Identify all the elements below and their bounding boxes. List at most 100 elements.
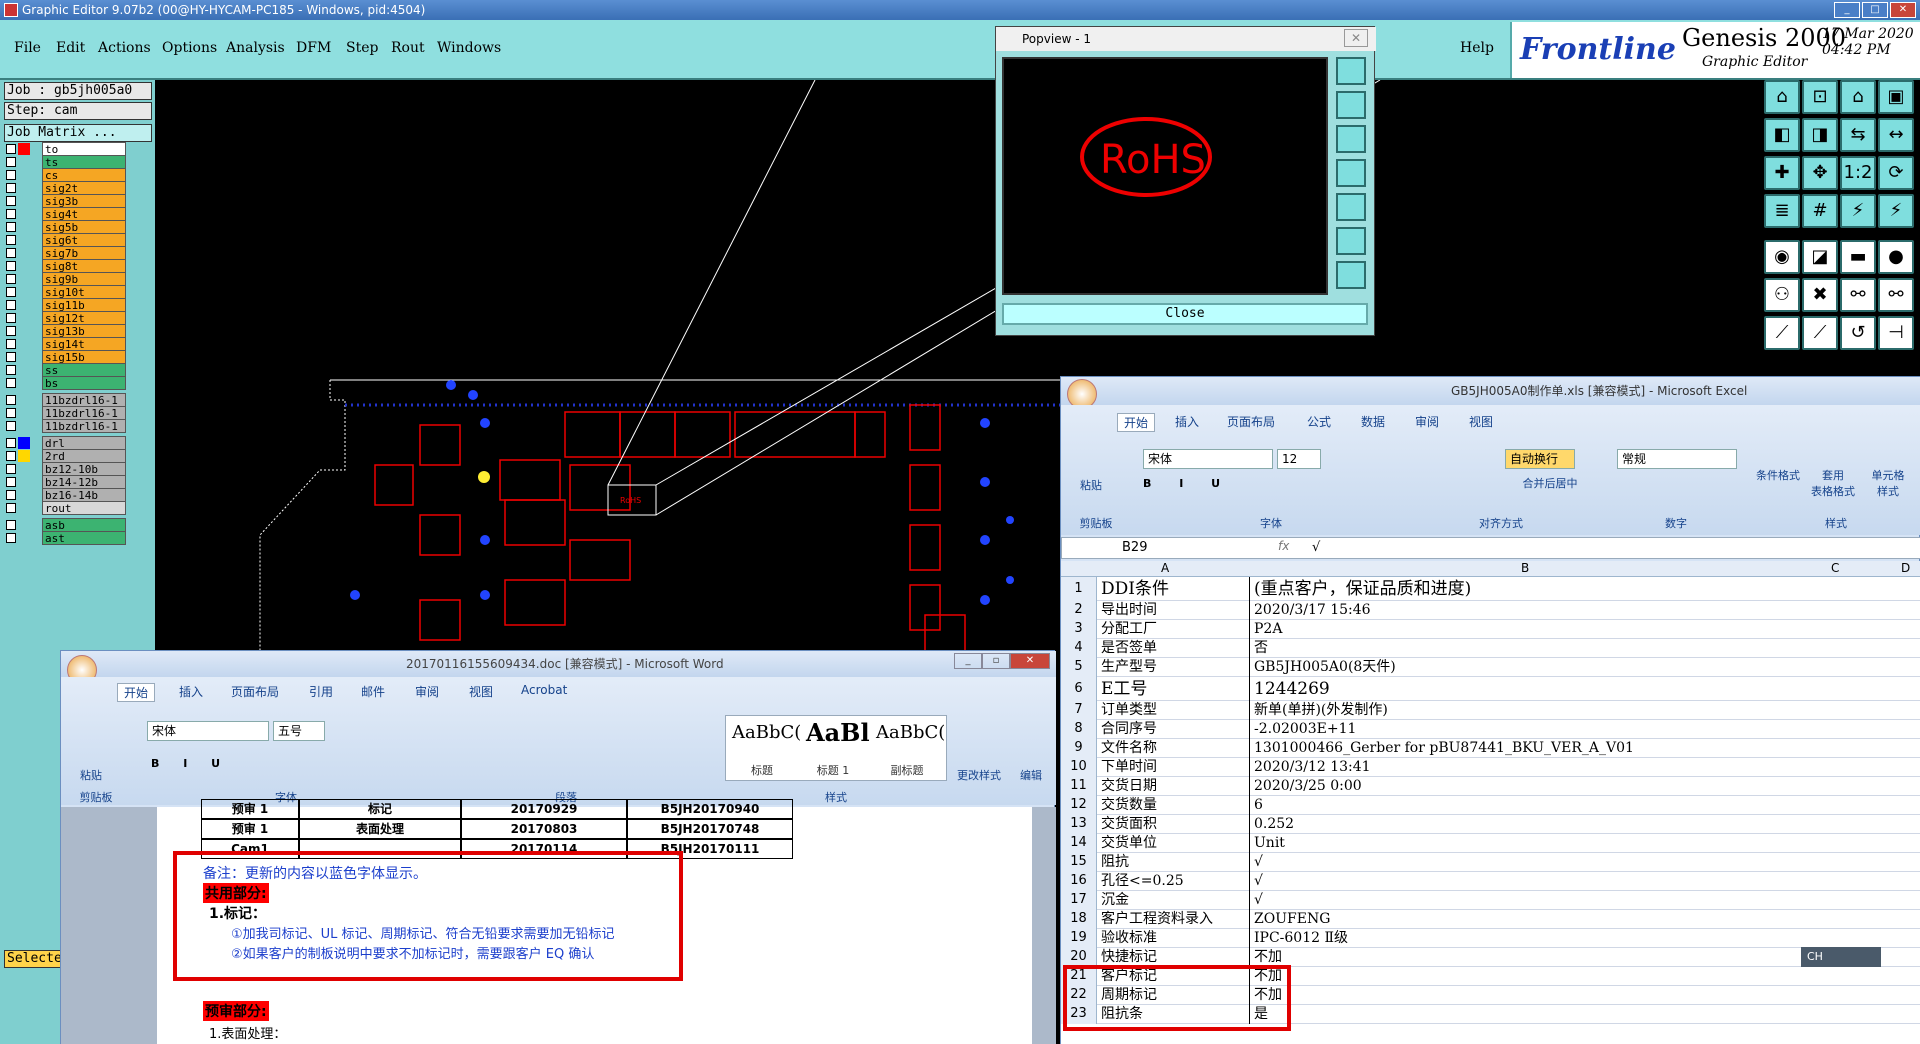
row-number[interactable]: 19 xyxy=(1061,929,1097,948)
layer-row[interactable]: 11bzdrl16-1 xyxy=(4,419,126,433)
layer-name[interactable]: sig8t xyxy=(42,259,126,273)
layer-row[interactable]: sig12t xyxy=(4,311,126,325)
layer-checkbox[interactable] xyxy=(6,235,16,245)
word-tab-home[interactable]: 开始 xyxy=(117,683,156,702)
table-cell[interactable]: 预审 1 xyxy=(201,799,299,819)
layer-name[interactable]: bz14-12b xyxy=(42,475,126,489)
layer-checkbox[interactable] xyxy=(6,533,16,543)
layer-checkbox[interactable] xyxy=(6,477,16,487)
cell-a[interactable]: E工号 xyxy=(1099,677,1247,701)
excel-tab-review[interactable]: 审阅 xyxy=(1415,413,1439,430)
layer-name[interactable]: 11bzdrl16-1 xyxy=(42,406,126,420)
layer-row[interactable]: sig2t xyxy=(4,181,126,195)
excel-table-format[interactable]: 套用 表格格式 xyxy=(1805,467,1861,499)
row-number[interactable]: 1 xyxy=(1061,577,1097,601)
excel-row[interactable]: 10 下单时间 2020/3/12 13:41 xyxy=(1061,758,1920,777)
word-style-gallery[interactable]: AaBbC( AaBl AaBbC( 标题 标题 1 副标题 xyxy=(725,715,947,781)
layer-name[interactable]: ss xyxy=(42,363,126,377)
table-cell[interactable]: 预审 1 xyxy=(201,819,299,839)
excel-row[interactable]: 11 交货日期 2020/3/25 0:00 xyxy=(1061,777,1920,796)
layer-color-swatch[interactable] xyxy=(18,519,30,531)
layer-color-swatch[interactable] xyxy=(18,351,30,363)
word-font-name[interactable]: 宋体 xyxy=(147,721,269,741)
layer-color-swatch[interactable] xyxy=(18,208,30,220)
layer-row[interactable]: to xyxy=(4,142,126,156)
tool-left-icon[interactable]: ◧ xyxy=(1764,118,1800,152)
cell-b[interactable]: -2.02003E+11 xyxy=(1249,720,1809,739)
layer-checkbox[interactable] xyxy=(6,170,16,180)
cell-a[interactable]: 交货数量 xyxy=(1099,796,1247,814)
layer-name[interactable]: bs xyxy=(42,376,126,390)
layer-color-swatch[interactable] xyxy=(18,195,30,207)
tool-split-icon[interactable]: ⊣ xyxy=(1878,316,1914,350)
cell-a[interactable]: 文件名称 xyxy=(1099,739,1247,757)
tool-slope-icon[interactable]: ⟋ xyxy=(1764,316,1800,350)
layer-checkbox[interactable] xyxy=(6,261,16,271)
row-number[interactable]: 7 xyxy=(1061,701,1097,720)
layer-checkbox[interactable] xyxy=(6,352,16,362)
row-number[interactable]: 3 xyxy=(1061,620,1097,639)
layer-row[interactable]: sig7b xyxy=(4,246,126,260)
col-a[interactable]: A xyxy=(1161,561,1169,575)
cell-b[interactable]: GB5JH005A0(8天件) xyxy=(1249,658,1809,677)
row-number[interactable]: 11 xyxy=(1061,777,1097,796)
layer-row[interactable]: sig6t xyxy=(4,233,126,247)
row-number[interactable]: 2 xyxy=(1061,601,1097,620)
tool-cross-icon[interactable]: ✖ xyxy=(1802,278,1838,312)
layer-row[interactable]: sig14t xyxy=(4,337,126,351)
layer-name[interactable]: bz16-14b xyxy=(42,488,126,502)
word-tab-view[interactable]: 视图 xyxy=(469,683,493,700)
excel-paste-button[interactable]: 粘贴 xyxy=(1071,477,1111,493)
excel-formula-value[interactable]: √ xyxy=(1312,540,1320,555)
layer-row[interactable]: bz16-14b xyxy=(4,488,126,502)
tool-link-icon[interactable]: ⚯ xyxy=(1840,278,1876,312)
popview-tool-5-icon[interactable] xyxy=(1336,193,1366,221)
excel-name-box[interactable]: B29 xyxy=(1122,540,1147,555)
cell-a[interactable]: 生产型号 xyxy=(1099,658,1247,676)
row-number[interactable]: 12 xyxy=(1061,796,1097,815)
row-number[interactable]: 10 xyxy=(1061,758,1097,777)
excel-row[interactable]: 5 生产型号 GB5JH005A0(8天件) xyxy=(1061,658,1920,677)
tool-connect-icon[interactable]: ⚇ xyxy=(1764,278,1800,312)
layer-color-swatch[interactable] xyxy=(18,394,30,406)
layer-name[interactable]: cs xyxy=(42,168,126,182)
word-tab-review[interactable]: 审阅 xyxy=(415,683,439,700)
word-font-size[interactable]: 五号 xyxy=(273,721,325,741)
layer-color-swatch[interactable] xyxy=(18,299,30,311)
row-number[interactable]: 5 xyxy=(1061,658,1097,677)
excel-row[interactable]: 18 客户工程资料录入 ZOUFENG xyxy=(1061,910,1920,929)
cell-b[interactable]: 否 xyxy=(1249,639,1809,658)
excel-row[interactable]: 16 孔径<=0.25 √ xyxy=(1061,872,1920,891)
row-number[interactable]: 18 xyxy=(1061,910,1097,929)
cell-b[interactable]: 2020/3/17 15:46 xyxy=(1249,601,1809,620)
tool-zoom-out-icon[interactable]: ✥ xyxy=(1802,156,1838,190)
cell-b[interactable]: 6 xyxy=(1249,796,1809,815)
popview-tool-7-icon[interactable] xyxy=(1336,261,1366,289)
layer-color-swatch[interactable] xyxy=(18,502,30,514)
layer-row[interactable]: ts xyxy=(4,155,126,169)
word-font-style-buttons[interactable]: B I U xyxy=(151,757,351,770)
tool-zoom-in-icon[interactable]: ✚ xyxy=(1764,156,1800,190)
tool-grid-icon[interactable]: # xyxy=(1802,194,1838,228)
minimize-button[interactable]: _ xyxy=(1834,2,1860,18)
layer-checkbox[interactable] xyxy=(6,503,16,513)
popview-tool-2-icon[interactable] xyxy=(1336,91,1366,119)
layer-name[interactable]: sig15b xyxy=(42,350,126,364)
tool-link2-icon[interactable]: ⚯ xyxy=(1878,278,1914,312)
layer-name[interactable]: sig12t xyxy=(42,311,126,325)
cell-b[interactable]: 1301000466_Gerber for pBU87441_BKU_VER_A… xyxy=(1249,739,1809,758)
cell-b[interactable]: 不加 xyxy=(1249,948,1809,967)
layer-color-swatch[interactable] xyxy=(18,156,30,168)
layer-name[interactable]: 2rd xyxy=(42,449,126,463)
layer-name[interactable]: sig11b xyxy=(42,298,126,312)
row-number[interactable]: 17 xyxy=(1061,891,1097,910)
row-number[interactable]: 4 xyxy=(1061,639,1097,658)
cell-a[interactable]: 合同序号 xyxy=(1099,720,1247,738)
word-tab-references[interactable]: 引用 xyxy=(309,683,333,700)
cell-b[interactable]: ZOUFENG xyxy=(1249,910,1809,929)
menu-step[interactable]: Step xyxy=(346,40,378,56)
layer-color-swatch[interactable] xyxy=(18,437,30,449)
table-cell[interactable]: 20170803 xyxy=(461,819,627,839)
close-button[interactable]: ✕ xyxy=(1890,2,1916,18)
cell-b[interactable]: P2A xyxy=(1249,620,1809,639)
